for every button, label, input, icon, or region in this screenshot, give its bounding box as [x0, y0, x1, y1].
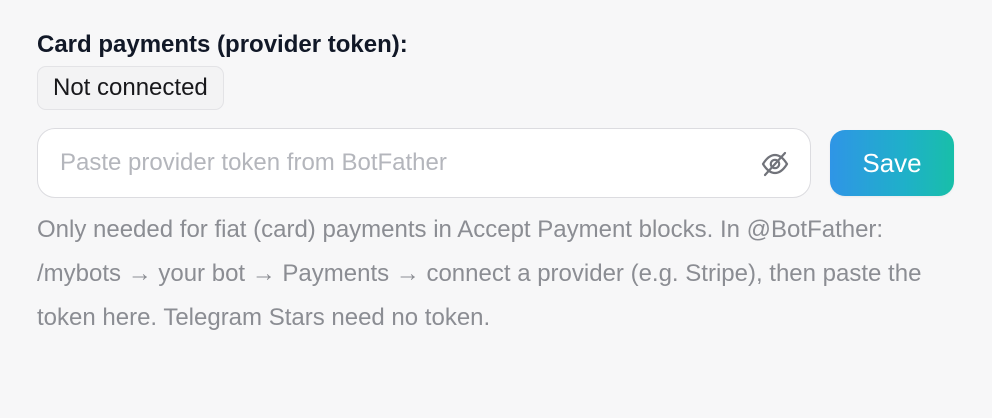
card-payments-panel: Card payments (provider token): Not conn… [37, 0, 962, 418]
eye-off-icon[interactable] [760, 150, 790, 178]
help-text: Only needed for fiat (card) payments in … [37, 216, 922, 331]
card-payments-label: Card payments (provider token): [37, 31, 408, 58]
status-badge: Not connected [37, 66, 224, 110]
save-button[interactable]: Save [830, 130, 954, 196]
provider-token-input[interactable] [60, 129, 750, 197]
token-input-wrapper [37, 128, 811, 198]
